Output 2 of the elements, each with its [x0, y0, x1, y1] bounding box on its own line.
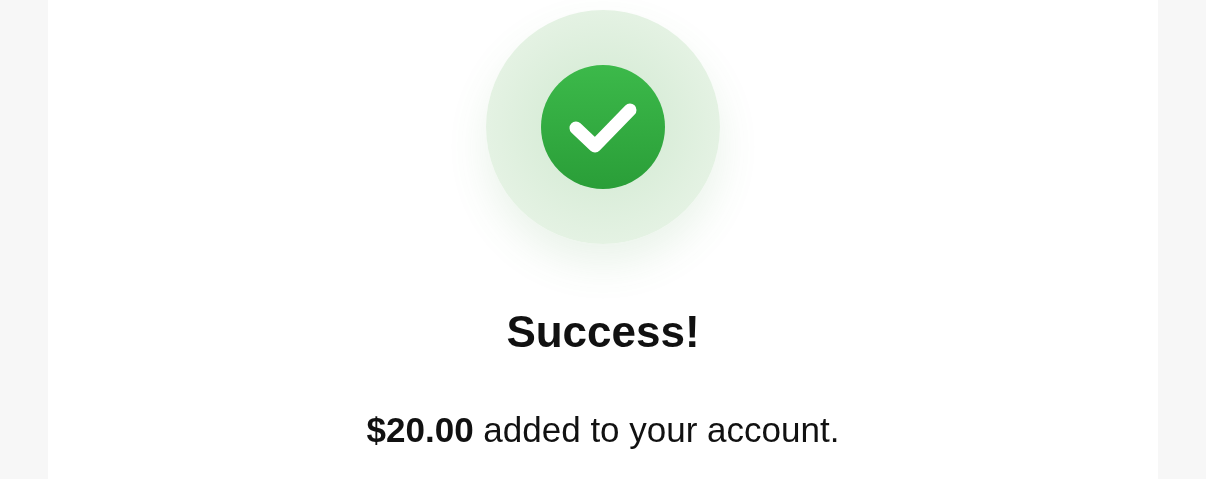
confirmation-message: $20.00 added to your account. [366, 408, 840, 451]
success-title: Success! [506, 306, 700, 358]
